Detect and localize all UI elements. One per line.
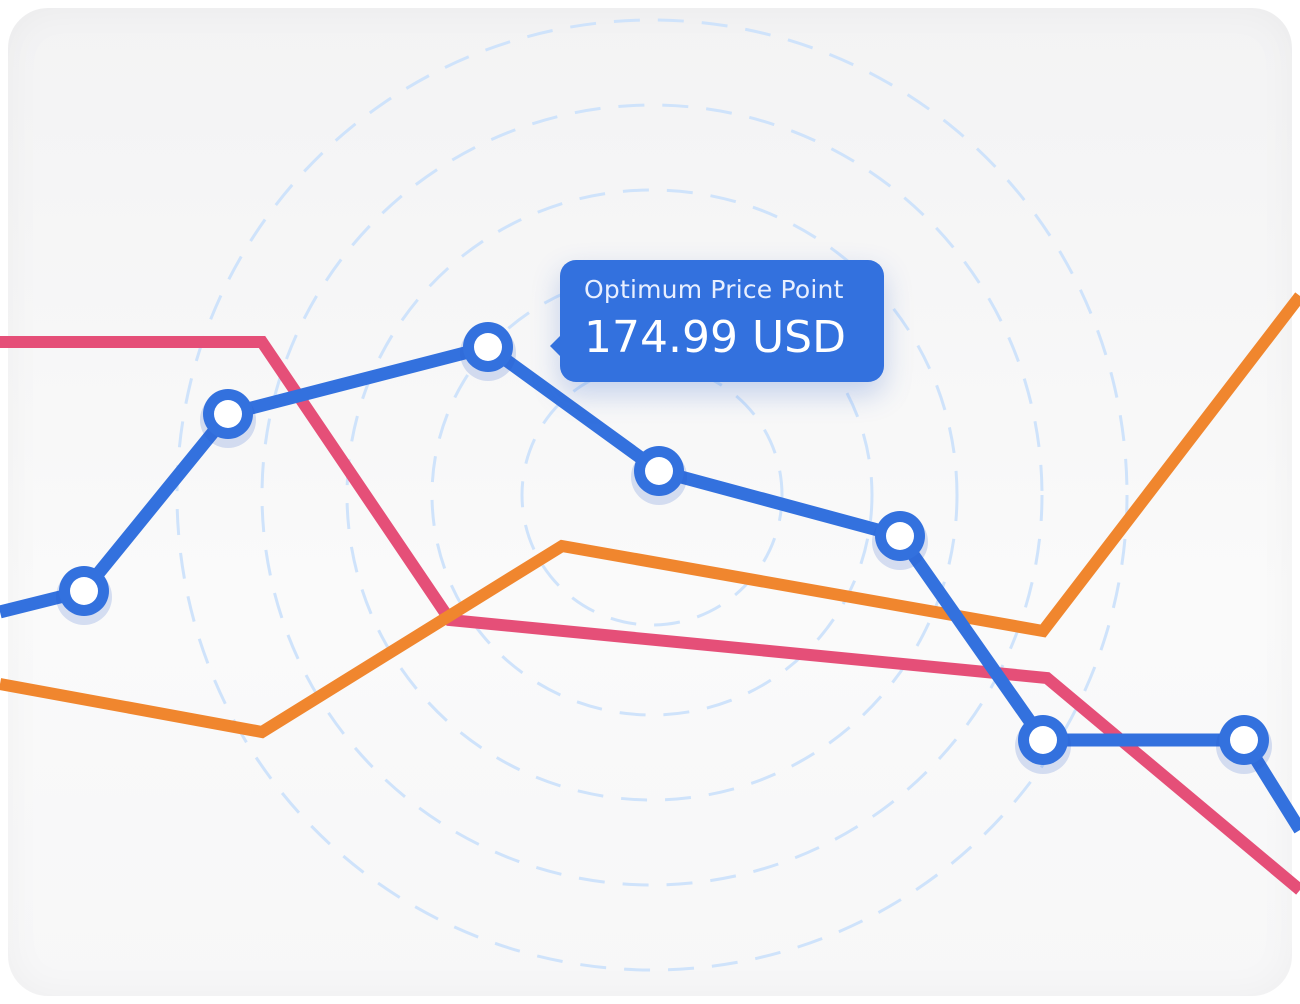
- data-point-marker-3[interactable]: [460, 322, 516, 381]
- data-point-marker-6[interactable]: [1015, 715, 1071, 774]
- data-point-marker-2[interactable]: [200, 389, 256, 448]
- line-chart: [0, 18, 1300, 972]
- optimum-price-tooltip: Optimum Price Point 174.99 USD: [550, 260, 884, 382]
- series-lines: [0, 292, 1300, 895]
- series-line-1: [0, 336, 1300, 895]
- tooltip-value: 174.99 USD: [584, 312, 846, 363]
- series-line-3: [0, 339, 1300, 834]
- tooltip-label: Optimum Price Point: [584, 275, 844, 304]
- chart-stage: Optimum Price Point 174.99 USD: [0, 0, 1300, 1004]
- data-point-marker-5[interactable]: [872, 511, 928, 570]
- data-point-marker-7[interactable]: [1216, 715, 1272, 774]
